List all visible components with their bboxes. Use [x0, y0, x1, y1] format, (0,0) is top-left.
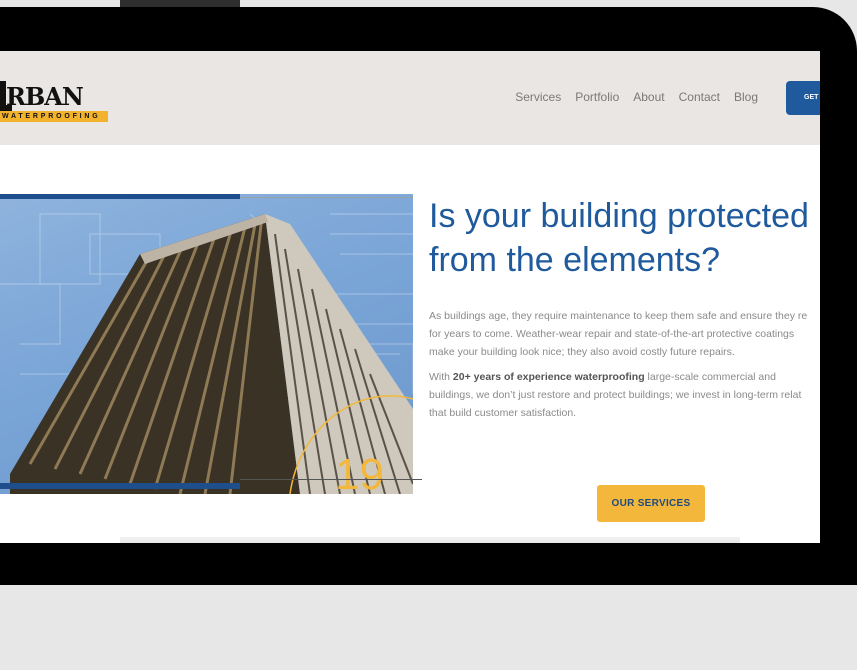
- experience-highlight: 20+ years of experience waterproofing: [452, 371, 645, 383]
- intro-line-3: make your building look nice; they also …: [429, 346, 735, 358]
- years-badge: 19: [335, 450, 384, 494]
- urban-logo[interactable]: RBAN WATERPROOFING: [0, 75, 112, 127]
- hero-headline: Is your building protected from the elem…: [429, 194, 820, 282]
- website-screen: RBAN WATERPROOFING Services Portfolio Ab…: [0, 51, 820, 543]
- section-shadow: [120, 537, 740, 543]
- headline-line-2: from the elements?: [429, 241, 721, 279]
- intro-line-2: for years to come. Weather-wear repair a…: [429, 328, 795, 340]
- nav-contact[interactable]: Contact: [679, 90, 720, 104]
- main-nav: Services Portfolio About Contact Blog: [515, 90, 758, 104]
- hero-building-image: 19: [0, 194, 413, 494]
- our-services-button[interactable]: OUR SERVICES: [597, 485, 705, 522]
- experience-line-1-suffix: large-scale commercial and: [644, 371, 776, 383]
- headline-line-1: Is your building protected: [429, 197, 809, 235]
- lower-panel: [0, 585, 857, 670]
- accent-bar-bottom: [0, 483, 240, 489]
- logo-tagline: WATERPROOFING: [0, 111, 108, 122]
- experience-line-2: buildings, we don’t just restore and pro…: [429, 389, 802, 401]
- experience-line-3: that build customer satisfaction.: [429, 407, 577, 419]
- get-quote-button[interactable]: GET: [786, 81, 820, 115]
- intro-line-1: As buildings age, they require maintenan…: [429, 310, 808, 322]
- nav-blog[interactable]: Blog: [734, 90, 758, 104]
- accent-bar-top: [0, 194, 240, 199]
- nav-portfolio[interactable]: Portfolio: [575, 90, 619, 104]
- nav-services[interactable]: Services: [515, 90, 561, 104]
- divider-line-top: [240, 197, 413, 198]
- building-illustration: 19: [0, 213, 413, 494]
- intro-paragraph: As buildings age, they require maintenan…: [429, 307, 820, 361]
- experience-prefix: With: [429, 371, 453, 383]
- nav-about[interactable]: About: [633, 90, 664, 104]
- divider-line-bottom: [240, 479, 422, 480]
- site-header: RBAN WATERPROOFING Services Portfolio Ab…: [0, 51, 820, 145]
- experience-paragraph: With 20+ years of experience waterproofi…: [429, 368, 820, 422]
